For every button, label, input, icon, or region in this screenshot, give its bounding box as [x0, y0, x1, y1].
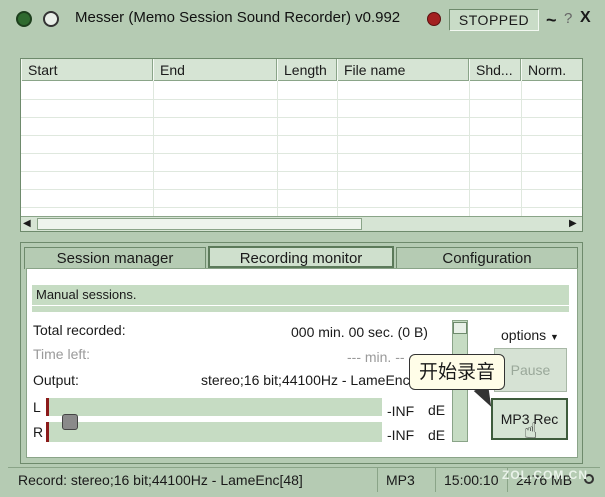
level-right-unit: dE [428, 427, 446, 443]
channel-r-label: R [33, 424, 44, 440]
column-divider [469, 81, 470, 217]
options-label: options [501, 327, 547, 343]
title-bar: Messer (Memo Session Sound Recorder) v0.… [0, 0, 605, 38]
total-recorded-label: Total recorded: [33, 322, 126, 338]
horizontal-scrollbar[interactable]: ◀ ▶ [21, 216, 582, 231]
minimize-button[interactable]: ~ [546, 10, 557, 31]
clock-icon[interactable] [43, 11, 59, 27]
row-divider [21, 153, 582, 154]
channel-l-label: L [33, 399, 41, 415]
column-end[interactable]: End [153, 59, 277, 81]
sessions-table[interactable]: Start End Length File name Shd... Norm. … [20, 58, 583, 232]
row-divider [21, 189, 582, 190]
output-value: stereo;16 bit;44100Hz - LameEnc [201, 372, 410, 388]
column-start[interactable]: Start [21, 59, 153, 81]
status-record: Record: stereo;16 bit;44100Hz - LameEnc[… [8, 468, 378, 492]
tab-configuration[interactable]: Configuration [396, 247, 578, 269]
scroll-right-icon[interactable]: ▶ [569, 218, 577, 229]
status-format: MP3 [378, 468, 436, 492]
row-divider [21, 171, 582, 172]
status-badge: STOPPED [449, 9, 539, 31]
record-indicator-icon [427, 12, 441, 26]
column-shd[interactable]: Shd... [469, 59, 521, 81]
row-divider [21, 117, 582, 118]
row-divider [21, 135, 582, 136]
column-divider [277, 81, 278, 217]
column-norm[interactable]: Norm. [521, 59, 582, 81]
level-meter-right [46, 422, 382, 442]
table-header: Start End Length File name Shd... Norm. [21, 59, 582, 81]
time-left-label: Time left: [33, 346, 91, 362]
divider [32, 306, 569, 312]
start-recording-callout: 开始录音 [409, 354, 505, 390]
watermark-logo: ZOL.COM.CN [502, 468, 588, 482]
level-left-value: -INF [387, 403, 415, 419]
column-file-name[interactable]: File name [337, 59, 469, 81]
radiation-icon[interactable] [16, 11, 32, 27]
gain-slider-handle[interactable] [453, 322, 467, 334]
column-divider [153, 81, 154, 217]
scroll-thumb[interactable] [37, 218, 362, 230]
status-time: 15:00:10 [436, 468, 508, 492]
options-dropdown[interactable]: options ▼ [501, 327, 559, 343]
level-meter-left [46, 398, 382, 416]
tab-recording-monitor[interactable]: Recording monitor [208, 246, 394, 268]
level-left-unit: dE [428, 402, 446, 418]
chevron-down-icon: ▼ [550, 332, 559, 342]
level-right-value: -INF [387, 427, 415, 443]
help-button[interactable]: ? [564, 10, 572, 27]
total-recorded-value: 000 min. 00 sec. (0 B) [291, 324, 428, 340]
scroll-left-icon[interactable]: ◀ [23, 218, 31, 229]
row-divider [21, 207, 582, 208]
column-divider [521, 81, 522, 217]
close-button[interactable]: X [580, 9, 591, 27]
window-title: Messer (Memo Session Sound Recorder) v0.… [75, 9, 401, 26]
column-length[interactable]: Length [277, 59, 337, 81]
output-label: Output: [33, 372, 79, 388]
session-mode-label: Manual sessions. [32, 285, 569, 305]
hand-cursor-icon: ☝ [524, 418, 538, 443]
column-divider [337, 81, 338, 217]
time-left-value: --- min. -- [347, 349, 405, 365]
balance-slider-handle[interactable] [62, 414, 78, 430]
tab-session-manager[interactable]: Session manager [24, 247, 206, 269]
row-divider [21, 99, 582, 100]
